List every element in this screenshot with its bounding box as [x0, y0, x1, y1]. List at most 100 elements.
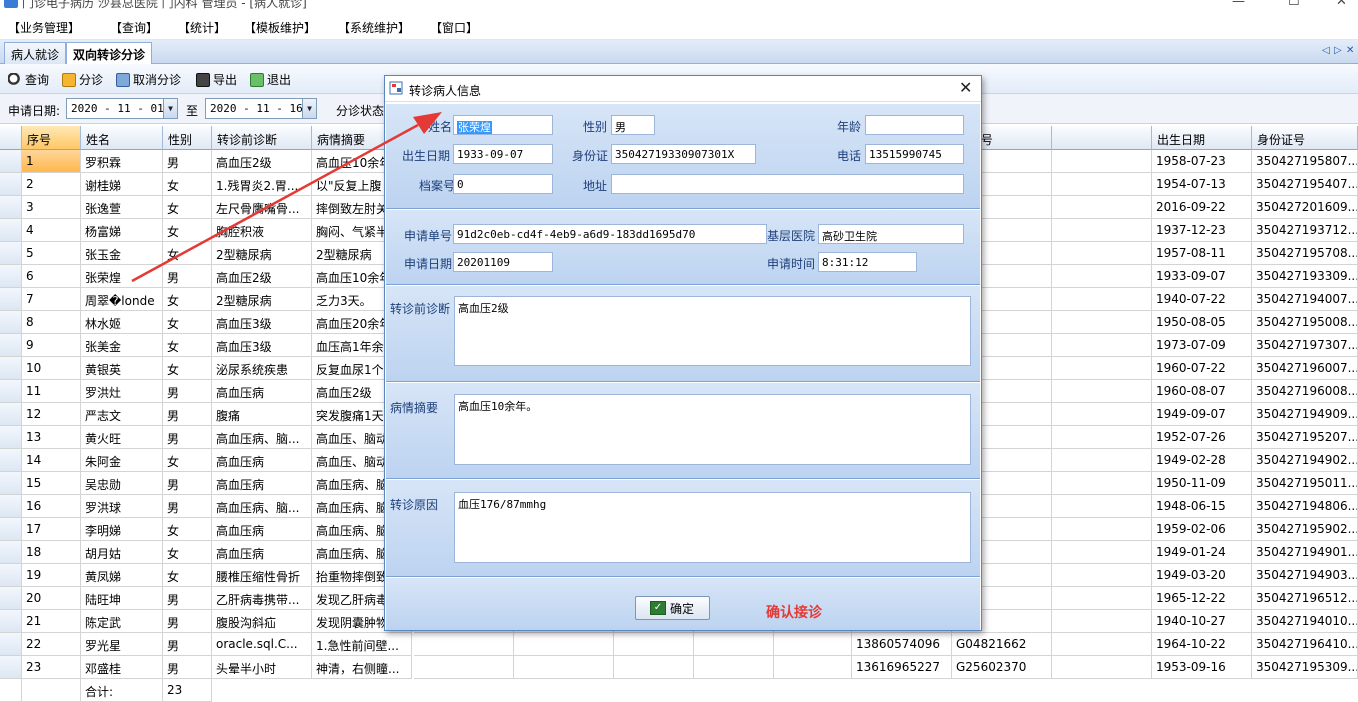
- table-cell-blank: [694, 633, 774, 656]
- hospital-label: 基层医院: [767, 229, 816, 243]
- row-selector[interactable]: [0, 426, 22, 449]
- minimize-button[interactable]: —: [1232, 0, 1245, 9]
- request-date-label: 申请日期: [404, 257, 453, 271]
- triage-button[interactable]: 分诊: [62, 71, 103, 89]
- age-field[interactable]: [865, 115, 964, 135]
- chevron-down-icon[interactable]: ▼: [163, 99, 177, 118]
- table-cell-no: 17: [22, 518, 81, 541]
- folder-icon: [62, 73, 76, 87]
- row-selector[interactable]: [0, 311, 22, 334]
- row-selector[interactable]: [0, 449, 22, 472]
- summary-textarea[interactable]: 高血压10余年。: [454, 394, 971, 465]
- column-header-sex[interactable]: 性别: [163, 126, 212, 150]
- table-cell-birth: 1948-06-15: [1152, 495, 1252, 518]
- column-header-name[interactable]: 姓名: [81, 126, 163, 150]
- table-cell-name: 李明娣: [81, 518, 163, 541]
- row-selector[interactable]: [0, 173, 22, 196]
- idcard-field[interactable]: 35042719330907301X: [611, 144, 756, 164]
- query-label: 查询: [25, 73, 50, 87]
- menu-query[interactable]: 【查询】: [110, 19, 158, 36]
- exit-button[interactable]: 退出: [250, 71, 291, 89]
- reason-textarea[interactable]: 血压176/87mmhg: [454, 492, 971, 563]
- table-cell-blank: [414, 633, 514, 656]
- address-field[interactable]: [611, 174, 964, 194]
- date-to-picker[interactable]: 2020 - 11 - 16 ▼: [205, 98, 317, 119]
- table-cell-birth: 1933-09-07: [1152, 265, 1252, 288]
- menu-template[interactable]: 【模板维护】: [244, 19, 316, 36]
- table-cell-sex: 男: [163, 656, 212, 679]
- table-cell-blank: [1052, 219, 1152, 242]
- row-selector[interactable]: [0, 564, 22, 587]
- row-selector[interactable]: [0, 357, 22, 380]
- table-cell-diag: oracle.sql.C...: [212, 633, 312, 656]
- export-button[interactable]: 导出: [196, 71, 237, 89]
- row-selector[interactable]: [0, 403, 22, 426]
- column-header-diag[interactable]: 转诊前诊断: [212, 126, 312, 150]
- query-button[interactable]: 查询: [8, 71, 49, 89]
- row-selector[interactable]: [0, 380, 22, 403]
- row-selector[interactable]: [0, 334, 22, 357]
- menu-window[interactable]: 【窗口】: [430, 19, 478, 36]
- table-cell-no: 2: [22, 173, 81, 196]
- table-cell-diag: 腰椎压缩性骨折: [212, 564, 312, 587]
- row-header-corner[interactable]: [0, 126, 22, 150]
- menu-system[interactable]: 【系统维护】: [338, 19, 410, 36]
- close-window-button[interactable]: ✕: [1336, 0, 1347, 9]
- tab-referral-triage[interactable]: 双向转诊分诊: [66, 42, 153, 65]
- row-selector[interactable]: [0, 219, 22, 242]
- sex-field[interactable]: 男: [611, 115, 655, 135]
- table-cell-sex: 男: [163, 472, 212, 495]
- table-cell-name: 周翠�londe: [81, 288, 163, 311]
- table-cell-no: 6: [22, 265, 81, 288]
- column-header-id[interactable]: 身份证号: [1252, 126, 1358, 150]
- file-field[interactable]: 0: [453, 174, 553, 194]
- ok-button[interactable]: ✓ 确定: [635, 596, 710, 620]
- column-header-birth[interactable]: 出生日期: [1152, 126, 1252, 150]
- request-no-field[interactable]: 91d2c0eb-cd4f-4eb9-a6d9-183dd1695d70: [453, 224, 767, 244]
- row-selector[interactable]: [0, 242, 22, 265]
- row-selector[interactable]: [0, 288, 22, 311]
- hospital-field[interactable]: 高砂卫生院: [818, 224, 964, 244]
- row-selector[interactable]: [0, 472, 22, 495]
- row-selector[interactable]: [0, 541, 22, 564]
- menu-business[interactable]: 【业务管理】: [8, 19, 80, 36]
- date-from-picker[interactable]: 2020 - 11 - 01 ▼: [66, 98, 178, 119]
- row-selector[interactable]: [0, 633, 22, 656]
- row-selector[interactable]: [0, 495, 22, 518]
- cancel-triage-button[interactable]: 取消分诊: [116, 71, 181, 89]
- tab-next-icon[interactable]: ▷: [1334, 45, 1342, 56]
- row-selector[interactable]: [0, 265, 22, 288]
- row-selector[interactable]: [0, 610, 22, 633]
- birth-field[interactable]: 1933-09-07: [453, 144, 553, 164]
- table-cell-id: 350427194902...: [1252, 449, 1358, 472]
- table-cell-sex: 女: [163, 449, 212, 472]
- request-time-field[interactable]: 8:31:12: [818, 252, 917, 272]
- table-cell-no: 1: [22, 150, 81, 173]
- chevron-down-icon[interactable]: ▼: [302, 99, 316, 118]
- row-selector[interactable]: [0, 150, 22, 173]
- tab-prev-icon[interactable]: ◁: [1322, 45, 1330, 56]
- table-cell-blank: [414, 656, 514, 679]
- menu-statistics[interactable]: 【统计】: [178, 19, 226, 36]
- table-cell-id: 350427195902...: [1252, 518, 1358, 541]
- maximize-button[interactable]: ☐: [1288, 0, 1300, 9]
- column-header-blank[interactable]: [1052, 126, 1152, 150]
- dialog-close-icon[interactable]: ✕: [959, 78, 972, 97]
- row-selector[interactable]: [0, 587, 22, 610]
- pre-diagnosis-textarea[interactable]: 高血压2级: [454, 296, 971, 366]
- tab-close-icon[interactable]: ✕: [1346, 45, 1354, 56]
- row-selector[interactable]: [0, 196, 22, 219]
- row-selector[interactable]: [0, 656, 22, 679]
- request-date-field[interactable]: 20201109: [453, 252, 553, 272]
- confirm-annotation: 确认接诊: [766, 605, 822, 621]
- table-cell-no: 20: [22, 587, 81, 610]
- table-cell-name: 杨富娣: [81, 219, 163, 242]
- phone-field[interactable]: 13515990745: [865, 144, 964, 164]
- table-cell-sex: 女: [163, 196, 212, 219]
- name-field[interactable]: 张荣煌: [453, 115, 553, 135]
- table-cell-sex: 男: [163, 587, 212, 610]
- table-cell-name: 吴忠勋: [81, 472, 163, 495]
- row-selector[interactable]: [0, 518, 22, 541]
- column-header-no[interactable]: 序号: [22, 126, 81, 150]
- tab-patient-visit[interactable]: 病人就诊: [4, 42, 67, 64]
